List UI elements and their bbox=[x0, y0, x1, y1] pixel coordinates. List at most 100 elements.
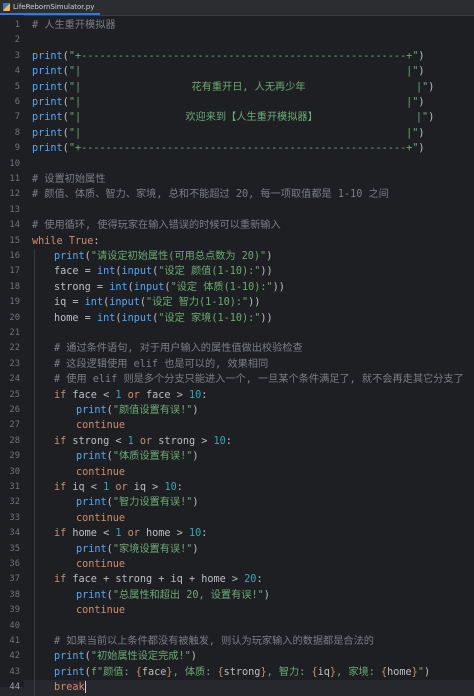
text-caret bbox=[84, 681, 86, 694]
code-line[interactable]: # 颜值、体质、智力、家境, 总和不能超过 20, 每一项取值都是 1-10 之… bbox=[32, 187, 389, 202]
line-number: 41 bbox=[9, 636, 20, 646]
code-line[interactable]: print("| 欢迎来到【人生重开模拟器】 |") bbox=[32, 110, 434, 125]
code-token: int bbox=[96, 312, 116, 324]
code-token: # 设置初始属性 bbox=[32, 174, 106, 185]
code-token: face = bbox=[54, 266, 97, 278]
code-token: while bbox=[32, 235, 69, 247]
code-line[interactable]: # 这段逻辑使用 elif 也是可以的, 效果相同 bbox=[54, 357, 268, 372]
code-token: if bbox=[54, 528, 73, 540]
line-number: 27 bbox=[9, 420, 20, 431]
code-line[interactable]: continue bbox=[76, 603, 125, 618]
code-token: ) bbox=[192, 451, 199, 463]
code-line[interactable]: if face < 1 or face > 10: bbox=[54, 388, 207, 403]
code-line[interactable]: print("+--------------------------------… bbox=[32, 141, 425, 156]
code-token: "| |" bbox=[68, 66, 419, 78]
python-file-icon bbox=[3, 2, 10, 11]
code-line[interactable]: home = int(input("设定 家境(1-10):")) bbox=[54, 311, 273, 326]
editor-tab[interactable]: LifeRebornSimulator.py bbox=[0, 0, 101, 15]
line-number: 8 bbox=[14, 127, 20, 138]
code-line[interactable]: if iq < 1 or iq > 10: bbox=[54, 480, 183, 495]
code-token: , 体质: bbox=[172, 666, 218, 678]
line-number: 23 bbox=[9, 358, 20, 369]
code-line[interactable]: if face + strong + iq + home > 20: bbox=[54, 572, 263, 587]
code-line[interactable]: if home < 1 or home > 10: bbox=[54, 526, 207, 541]
code-token: ) bbox=[428, 81, 435, 93]
code-line[interactable]: continue bbox=[76, 557, 125, 572]
code-line[interactable]: continue bbox=[76, 418, 125, 433]
code-token: home < bbox=[72, 528, 116, 540]
ide-window: LifeRebornSimulator.py 1 2 3 4 5 6 7 8 9 10 11 12 13… bbox=[0, 0, 474, 696]
code-line[interactable]: iq = int(input("设定 智力(1-10):")) bbox=[54, 295, 260, 310]
code-token: if bbox=[54, 389, 73, 401]
code-line[interactable]: face = int(input("设定 颜值(1-10):")) bbox=[54, 264, 273, 279]
code-token: if bbox=[54, 574, 73, 586]
code-line[interactable]: if strong < 1 or strong > 10: bbox=[54, 434, 232, 449]
line-number: 16 bbox=[9, 251, 20, 261]
code-line[interactable]: print("初始属性设定完成!") bbox=[54, 649, 197, 664]
line-number: 1 bbox=[14, 20, 20, 30]
code-token: # 如果当前以上条件都没有被触发, 则认为玩家输入的数据都是合法的 bbox=[54, 636, 374, 647]
code-token: face < bbox=[72, 389, 116, 401]
code-token: face > bbox=[146, 389, 189, 401]
code-token: print bbox=[32, 112, 63, 124]
line-number: 15 bbox=[9, 235, 20, 246]
code-line[interactable]: break bbox=[54, 680, 86, 695]
code-line[interactable]: print("智力设置有误!") bbox=[76, 495, 198, 510]
code-line[interactable]: continue bbox=[76, 465, 125, 480]
code-token: 10 bbox=[188, 528, 202, 540]
code-token: ) bbox=[418, 127, 425, 139]
code-line[interactable]: print("请设定初始属性(可用总点数为 20)") bbox=[54, 249, 272, 264]
line-number: 36 bbox=[9, 559, 20, 569]
line-number: 17 bbox=[9, 266, 20, 277]
code-line[interactable]: print("颜值设置有误!") bbox=[76, 403, 198, 418]
code-area[interactable]: # 人生重开模拟器 print("+-----------------------… bbox=[32, 15, 474, 696]
code-line[interactable]: # 人生重开模拟器 bbox=[32, 18, 116, 33]
line-number: 10 bbox=[9, 158, 20, 169]
code-line[interactable]: # 设置初始属性 bbox=[32, 172, 105, 187]
code-token: "设定 家境(1-10):" bbox=[158, 312, 261, 324]
code-token: ) bbox=[263, 589, 270, 601]
code-line[interactable]: # 如果当前以上条件都没有被触发, 则认为玩家输入的数据都是合法的 bbox=[54, 634, 374, 649]
code-line[interactable]: print("总属性和超出 20, 设置有误!") bbox=[76, 588, 270, 603]
code-line[interactable]: # 通过条件语句, 对于用户输入的属性值做出校验检查 bbox=[54, 341, 303, 356]
code-line[interactable]: print("+--------------------------------… bbox=[32, 49, 425, 64]
code-token: print bbox=[76, 589, 107, 601]
code-token: "设定 体质(1-10):" bbox=[170, 281, 273, 293]
code-line[interactable]: print("| |") bbox=[32, 126, 425, 141]
code-token: "总属性和超出 20, 设置有误!" bbox=[112, 589, 264, 601]
indent-guide bbox=[34, 249, 35, 696]
code-token: strong < bbox=[72, 435, 128, 447]
code-line[interactable]: # 使用循环, 使得玩家在输入错误的时候可以重新输入 bbox=[32, 218, 281, 233]
code-token: or bbox=[121, 389, 147, 401]
line-number: 25 bbox=[9, 389, 20, 400]
code-token: print bbox=[54, 666, 85, 678]
line-number: 11 bbox=[9, 174, 20, 184]
code-line[interactable]: strong = int(input("设定 体质(1-10):")) bbox=[54, 280, 285, 295]
code-token: "| |" bbox=[68, 97, 419, 108]
code-line[interactable]: print("| |") bbox=[32, 64, 425, 79]
line-number: 42 bbox=[9, 651, 20, 662]
code-line[interactable]: print("家境设置有误!") bbox=[76, 542, 198, 557]
line-number: 39 bbox=[9, 605, 20, 616]
code-token: break bbox=[54, 682, 85, 694]
code-line[interactable]: print(f"颜值: {face}, 体质: {strong}, 智力: {i… bbox=[54, 665, 430, 680]
code-line[interactable]: continue bbox=[76, 511, 125, 526]
code-token: "| 花有重开日, 人无再少年 |" bbox=[68, 81, 429, 93]
code-editor[interactable]: 1 2 3 4 5 6 7 8 9 10 11 12 13 14 15 16 17 18 19 20 21 22 23 24 2… bbox=[0, 15, 474, 696]
code-token: or bbox=[121, 528, 147, 540]
code-token: "颜值设置有误!" bbox=[112, 405, 193, 416]
line-number: 14 bbox=[9, 220, 20, 231]
code-line[interactable]: # 使用 elif 则是多个分支只能进入一个, 一旦某个条件满足了, 就不会再走… bbox=[54, 372, 464, 387]
code-token: print bbox=[54, 651, 85, 663]
code-token: iq bbox=[317, 666, 330, 678]
code-line[interactable]: while True: bbox=[32, 234, 100, 249]
code-token: if bbox=[54, 435, 73, 447]
code-token: iq > bbox=[133, 482, 165, 493]
line-number: 2 bbox=[14, 35, 20, 46]
code-token: "初始属性设定完成!" bbox=[90, 651, 191, 663]
code-token: "+--------------------------------------… bbox=[68, 143, 419, 155]
code-line[interactable]: print("| |") bbox=[32, 95, 425, 110]
code-line[interactable]: print("| 花有重开日, 人无再少年 |") bbox=[32, 80, 434, 95]
code-token: # 通过条件语句, 对于用户输入的属性值做出校验检查 bbox=[54, 343, 303, 355]
code-line[interactable]: print("体质设置有误!") bbox=[76, 449, 198, 464]
